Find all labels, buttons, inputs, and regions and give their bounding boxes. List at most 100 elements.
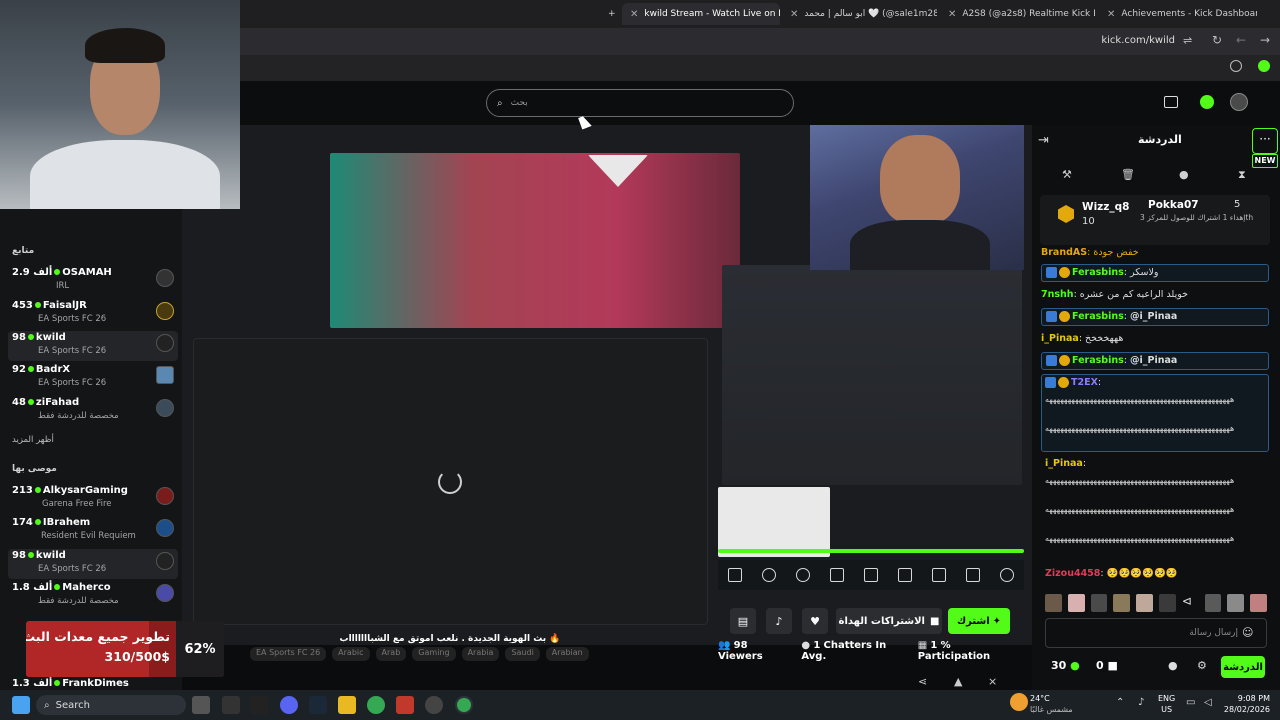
steam-icon[interactable] bbox=[309, 696, 327, 714]
chat-bubble-icon[interactable]: ● bbox=[1179, 168, 1189, 181]
reload-icon[interactable]: ↻ bbox=[1212, 33, 1222, 47]
weather-widget[interactable]: 24°C مشمس غالبًا bbox=[1030, 693, 1073, 715]
settings-gear-icon[interactable] bbox=[1000, 568, 1014, 582]
gift-subs-button[interactable]: الاشتراكات الهداة ■ bbox=[836, 608, 942, 634]
file-explorer-icon[interactable] bbox=[338, 696, 356, 714]
tag[interactable]: Saudi bbox=[505, 647, 540, 661]
taskbar-search[interactable]: ⌕ Search bbox=[36, 695, 186, 715]
close-icon[interactable]: ✕ bbox=[1107, 9, 1115, 20]
sidebar-item-ibrahem[interactable]: 174 IBrahem Resident Evil Requiem bbox=[8, 516, 178, 546]
sidebar-item-alkysargaming[interactable]: 213 AlkysarGaming Garena Free Fire bbox=[8, 484, 178, 514]
chat-username[interactable]: T2EX bbox=[1071, 377, 1098, 388]
trash-icon[interactable]: 🗑 bbox=[1121, 168, 1135, 181]
sidebar-item-kwild-recommended[interactable]: 98 kwild EA Sports FC 26 bbox=[8, 549, 178, 579]
subscribe-button[interactable]: اشترك ✦ bbox=[948, 608, 1010, 634]
discord-icon[interactable] bbox=[280, 696, 298, 714]
language-indicator[interactable]: ENG US bbox=[1158, 693, 1175, 715]
emoji-icon[interactable]: ☺ bbox=[1242, 626, 1253, 639]
globe-icon[interactable] bbox=[1230, 60, 1242, 72]
sidebar-item-kwild[interactable]: 98 kwild EA Sports FC 26 bbox=[8, 331, 178, 361]
chrome-active-icon[interactable] bbox=[455, 696, 473, 714]
fullscreen-icon[interactable] bbox=[966, 568, 980, 582]
close-icon[interactable]: ✕ bbox=[630, 9, 638, 20]
network-icon[interactable]: ▭ bbox=[1186, 697, 1195, 708]
emote[interactable] bbox=[1136, 594, 1153, 612]
gifter-name[interactable]: Wizz_q8 bbox=[1082, 201, 1129, 213]
sidebar-item-faisaljr[interactable]: 453 FaisalJR EA Sports FC 26 bbox=[8, 299, 178, 329]
emote[interactable] bbox=[1204, 594, 1222, 612]
epic-games-icon[interactable] bbox=[250, 696, 268, 714]
emote[interactable]: ⊲ bbox=[1182, 594, 1199, 612]
chat-username[interactable]: 7nshh bbox=[1041, 289, 1074, 300]
chat-options-button[interactable]: ··· bbox=[1252, 128, 1278, 154]
search-input[interactable]: ⌕ بحث bbox=[486, 89, 794, 117]
show-more-link[interactable]: أظهر المزيد bbox=[12, 435, 54, 445]
sparkle-icon[interactable] bbox=[762, 568, 776, 582]
chat-username[interactable]: Ferasbins bbox=[1072, 355, 1124, 366]
new-tab-button[interactable]: + bbox=[600, 3, 624, 25]
kick-coin-icon[interactable] bbox=[1200, 95, 1214, 109]
weather-icon[interactable] bbox=[1010, 693, 1028, 711]
chat-username[interactable]: i_Pinaa bbox=[1041, 333, 1079, 344]
mute-icon[interactable]: ⨯ bbox=[988, 675, 997, 688]
emote[interactable] bbox=[1227, 594, 1245, 612]
chat-username[interactable]: BrandAS bbox=[1041, 247, 1087, 258]
mod-hammer-icon[interactable]: ⚒ bbox=[1062, 168, 1072, 181]
emote[interactable] bbox=[1113, 594, 1131, 612]
chat-message-input[interactable]: إرسال رسالة bbox=[1045, 618, 1267, 648]
task-view-icon[interactable] bbox=[192, 696, 210, 714]
hourglass-icon[interactable]: ⧗ bbox=[1238, 168, 1246, 182]
chrome-icon[interactable] bbox=[367, 696, 385, 714]
emote[interactable] bbox=[1090, 594, 1108, 612]
chat-username[interactable]: Ferasbins bbox=[1072, 311, 1124, 322]
app-icon[interactable] bbox=[222, 696, 240, 714]
chevron-up-icon[interactable]: ⌃ bbox=[1116, 697, 1124, 708]
sidebar-item-osamah[interactable]: 2.9 ألف OSAMAH IRL bbox=[8, 266, 178, 296]
chart-icon[interactable] bbox=[830, 568, 844, 582]
notes-button[interactable]: ▤ bbox=[730, 608, 756, 634]
chat-username[interactable]: Zizou4458 bbox=[1045, 568, 1100, 579]
app-icon[interactable] bbox=[396, 696, 414, 714]
kick-extension-icon[interactable] bbox=[1258, 60, 1270, 72]
chat-username[interactable]: i_Pinaa bbox=[1045, 458, 1083, 469]
theater-icon[interactable] bbox=[898, 568, 912, 582]
windows-start-icon[interactable] bbox=[12, 696, 30, 714]
sidebar-item-zifahad[interactable]: 48 ziFahad مخصصة للدردشة فقط bbox=[8, 396, 178, 426]
chat-bubble-icon[interactable]: ● bbox=[1168, 659, 1178, 672]
tag[interactable]: Arab bbox=[375, 647, 407, 661]
play-circle-icon[interactable] bbox=[796, 568, 810, 582]
emote[interactable] bbox=[1158, 594, 1176, 612]
channel-points[interactable]: 30 ● bbox=[1051, 659, 1080, 672]
settings-gear-icon[interactable]: ⚙ bbox=[1197, 659, 1207, 672]
microphone-icon[interactable]: ♪ bbox=[1138, 697, 1144, 708]
emote[interactable] bbox=[1250, 594, 1267, 612]
clips-icon[interactable] bbox=[1164, 96, 1178, 108]
tag[interactable]: EA Sports FC 26 bbox=[250, 647, 327, 661]
profile-avatar[interactable] bbox=[1230, 93, 1248, 111]
crop-icon[interactable] bbox=[728, 568, 742, 582]
pip-icon[interactable] bbox=[864, 568, 878, 582]
obs-icon[interactable] bbox=[425, 696, 443, 714]
tag[interactable]: Arabia bbox=[461, 647, 500, 661]
sidebar-item-maherco[interactable]: 1.8 ألف Maherco مخصصة للدردشة فقط bbox=[8, 581, 178, 611]
share-icon[interactable]: ⋖ bbox=[918, 675, 927, 688]
system-clock[interactable]: 9:08 PM 28/02/2026 bbox=[1222, 693, 1270, 715]
sidebar-item-badrx[interactable]: 92 BadrX EA Sports FC 26 bbox=[8, 363, 178, 393]
tag[interactable]: Gaming bbox=[412, 647, 456, 661]
notifications-button[interactable]: ♪ bbox=[766, 608, 792, 634]
report-icon[interactable]: ▲ bbox=[954, 675, 962, 688]
close-icon[interactable]: ✕ bbox=[790, 9, 798, 20]
forward-icon[interactable]: ← bbox=[1236, 33, 1246, 47]
gifter-name[interactable]: Pokka07 bbox=[1148, 199, 1199, 211]
tab-abu-salem[interactable]: ✕ ابو سالم | محمد 🤍 (@sale1m28 X bbox=[782, 3, 937, 25]
tab-a2s8[interactable]: ✕ A2S8 (@a2s8) Realtime Kick Liv a bbox=[940, 3, 1095, 25]
collapse-chat-icon[interactable]: ⇥ bbox=[1038, 133, 1049, 148]
emote[interactable] bbox=[1045, 594, 1062, 612]
site-settings-icon[interactable]: ⇌ bbox=[1183, 34, 1192, 47]
emote[interactable] bbox=[1067, 594, 1085, 612]
back-icon[interactable]: → bbox=[1260, 33, 1270, 47]
subs-count[interactable]: 0 ■ bbox=[1096, 659, 1118, 672]
tab-achievements[interactable]: ✕ Achievements - Kick Dashboard K bbox=[1099, 3, 1257, 25]
tag[interactable]: Arabian bbox=[545, 647, 589, 661]
close-icon[interactable]: ✕ bbox=[948, 9, 956, 20]
